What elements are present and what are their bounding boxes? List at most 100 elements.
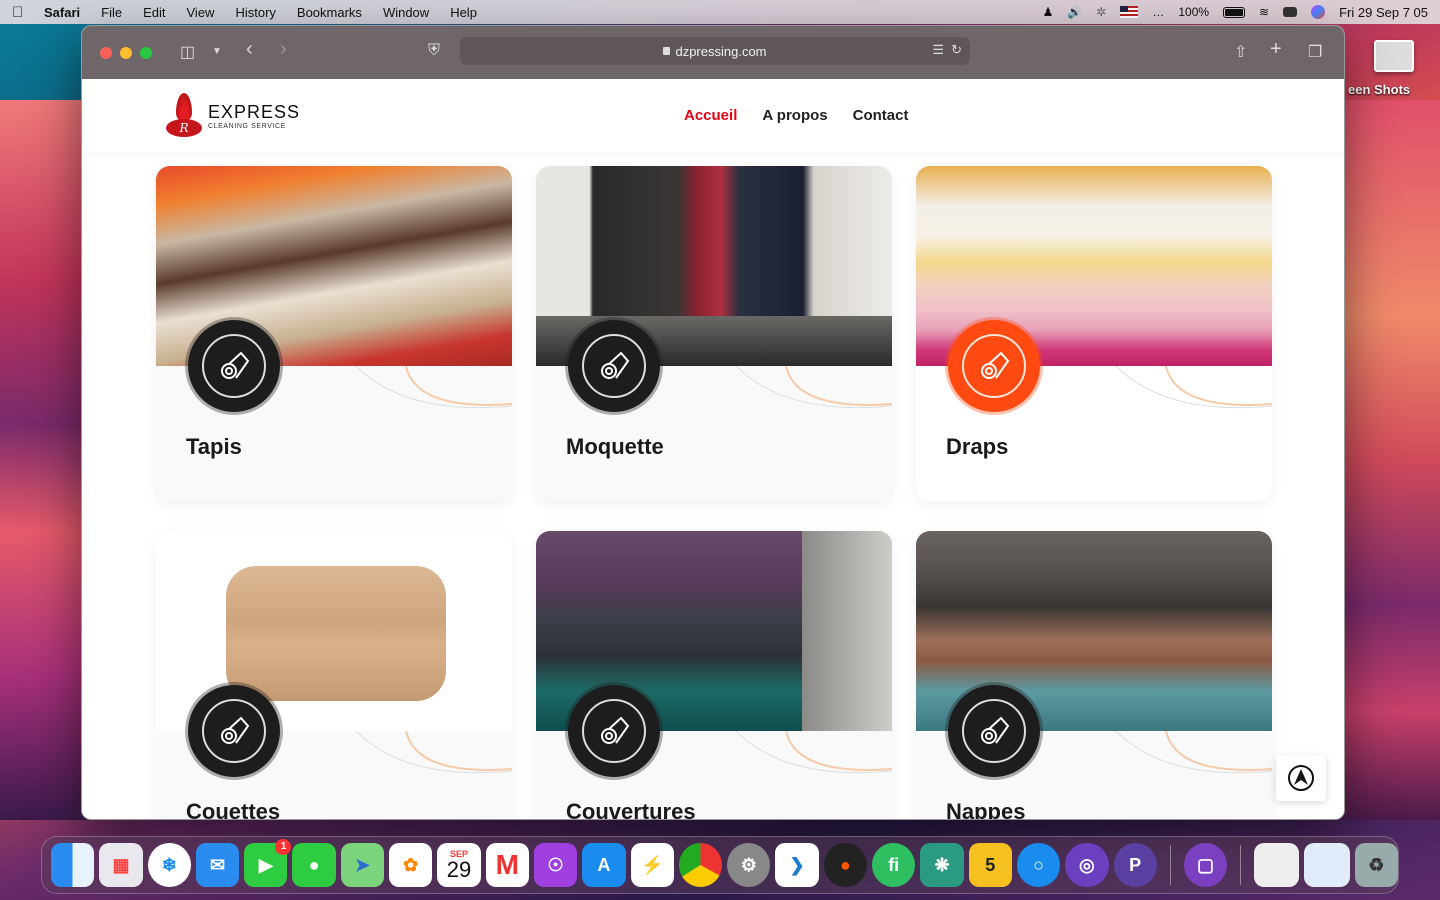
logo-flame-icon: R: [166, 93, 202, 139]
input-source-flag-icon[interactable]: [1120, 6, 1139, 18]
system-settings-icon[interactable]: ⚙: [727, 843, 771, 887]
menu-file[interactable]: File: [101, 5, 122, 20]
service-badge-highlighted: [948, 320, 1040, 412]
menu-app-name[interactable]: Safari: [44, 5, 80, 20]
new-tab-button[interactable]: +: [1270, 38, 1282, 61]
nav-a-propos[interactable]: A propos: [762, 107, 827, 124]
vscode-icon[interactable]: ❯: [775, 843, 819, 887]
dock: ▦ ❄ ✉ ▶ 1 ● ➤ ✿ SEP 29 M ☉ A ⚡ ⚙ ❯ ● fi ❋…: [41, 836, 1399, 894]
circle-app-icon[interactable]: ○: [1016, 843, 1061, 887]
finder-icon[interactable]: [51, 843, 95, 887]
screenshot-thumbnail: [1374, 40, 1414, 72]
gmail-icon[interactable]: M: [485, 843, 529, 887]
menu-window[interactable]: Window: [383, 5, 429, 20]
nav-contact[interactable]: Contact: [853, 107, 909, 124]
safari-icon[interactable]: ❄: [147, 843, 191, 887]
dock-separator: [1240, 845, 1242, 885]
service-card-nappes[interactable]: Nappes: [916, 531, 1272, 820]
recent-window-thumbnail[interactable]: [1304, 843, 1350, 887]
photos-icon[interactable]: ✿: [389, 843, 433, 887]
fiverr-icon[interactable]: fi: [872, 843, 916, 887]
dock-separator: [1169, 845, 1171, 885]
nav-accueil[interactable]: Accueil: [684, 107, 737, 124]
chevron-down-icon[interactable]: ▼: [212, 46, 222, 57]
service-badge: [568, 685, 660, 777]
service-card-tapis[interactable]: Tapis: [156, 166, 512, 501]
safari-window: ◫ ▼ ‹ › ⛨ dzpressing.com ☰ ↻ ⇧ + ❐ R EXP…: [81, 25, 1345, 820]
close-window-button[interactable]: [100, 46, 112, 59]
service-card-moquette[interactable]: Moquette: [536, 166, 892, 501]
zoom-window-button[interactable]: [140, 46, 152, 59]
minimize-window-button[interactable]: [120, 46, 132, 59]
service-title: Couvertures: [566, 799, 696, 820]
logo-tagline: CLEANING SERVICE: [208, 123, 286, 130]
user-icon[interactable]: ♟: [1043, 5, 1054, 19]
rolled-rug-icon: [202, 699, 266, 763]
facetime-icon[interactable]: ▶ 1: [244, 839, 292, 887]
service-title: Nappes: [946, 799, 1026, 820]
menu-bookmarks[interactable]: Bookmarks: [297, 5, 362, 20]
browser-toolbar: ◫ ▼ ‹ › ⛨ dzpressing.com ☰ ↻ ⇧ + ❐: [82, 26, 1344, 79]
app-five-icon[interactable]: 5: [968, 843, 1012, 887]
control-center-icon[interactable]: [1283, 7, 1298, 17]
translate-icon[interactable]: ☰: [932, 42, 944, 58]
menu-view[interactable]: View: [187, 5, 215, 20]
service-badge: [188, 320, 280, 412]
wallpaper-right: [1340, 100, 1440, 820]
disk-utility-icon[interactable]: ▢: [1183, 843, 1228, 887]
podcasts-icon[interactable]: ☉: [533, 843, 578, 887]
battery-icon[interactable]: [1223, 6, 1246, 18]
forward-button[interactable]: ›: [280, 38, 287, 61]
bluetooth-icon[interactable]: ✲: [1096, 5, 1106, 19]
recent-window-thumbnail[interactable]: [1254, 843, 1300, 887]
calendar-icon[interactable]: SEP 29: [437, 843, 481, 887]
address-bar[interactable]: dzpressing.com ☰ ↻: [460, 37, 970, 65]
rolled-rug-icon: [202, 334, 266, 398]
trash-icon[interactable]: ♻: [1354, 843, 1398, 887]
messenger-icon[interactable]: ⚡: [630, 843, 674, 887]
site-logo[interactable]: R EXPRESS CLEANING SERVICE: [166, 93, 300, 139]
menu-history[interactable]: History: [235, 5, 275, 20]
service-card-couettes[interactable]: Couettes: [156, 531, 512, 820]
launchpad-icon[interactable]: ▦: [99, 843, 143, 887]
service-title: Draps: [946, 434, 1009, 459]
rolled-rug-icon: [962, 699, 1026, 763]
notification-badge: 1: [275, 839, 292, 855]
messages-icon[interactable]: ●: [292, 843, 336, 887]
maps-icon[interactable]: ➤: [340, 843, 385, 887]
back-to-top-button[interactable]: [1276, 755, 1326, 801]
service-badge: [188, 685, 280, 777]
chrome-icon[interactable]: [678, 843, 723, 887]
menu-edit[interactable]: Edit: [143, 5, 165, 20]
battery-percent: 100%: [1178, 5, 1210, 19]
service-card-couvertures[interactable]: Couvertures: [536, 531, 892, 820]
service-card-draps[interactable]: Draps: [916, 166, 1272, 501]
volume-icon[interactable]: 🔊: [1067, 5, 1082, 19]
service-title: Couettes: [186, 799, 281, 820]
mail-icon[interactable]: ✉: [195, 843, 240, 887]
activity-icon[interactable]: …: [1152, 5, 1164, 19]
reload-icon[interactable]: ↻: [951, 42, 962, 58]
service-title: Tapis: [186, 434, 242, 459]
app-store-icon[interactable]: A: [582, 843, 626, 887]
back-button[interactable]: ‹: [246, 38, 253, 61]
clock[interactable]: Fri 29 Sep 7 05: [1339, 5, 1428, 20]
service-badge: [948, 685, 1040, 777]
arrow-up-icon: [1288, 765, 1314, 791]
wifi-icon[interactable]: ≋: [1259, 5, 1269, 19]
sidebar-icon[interactable]: ◫: [180, 42, 195, 62]
tab-overview-icon[interactable]: ❐: [1308, 42, 1322, 62]
site-header: R EXPRESS CLEANING SERVICE Accueil A pro…: [82, 79, 1344, 153]
recorder-icon[interactable]: ●: [823, 843, 868, 887]
privacy-shield-icon[interactable]: ⛨: [428, 42, 440, 60]
siri-icon[interactable]: [1311, 5, 1326, 19]
menu-help[interactable]: Help: [450, 5, 477, 20]
url-text: dzpressing.com: [675, 43, 767, 59]
podcast-app-icon[interactable]: ◎: [1065, 843, 1109, 887]
chatgpt-icon[interactable]: ❋: [920, 843, 964, 887]
p-app-icon[interactable]: P: [1113, 843, 1157, 887]
desktop-screenshots-folder[interactable]: een Shots: [1348, 40, 1440, 97]
lock-icon: [663, 47, 671, 55]
share-icon[interactable]: ⇧: [1234, 42, 1247, 62]
apple-icon[interactable]: : [12, 4, 26, 21]
